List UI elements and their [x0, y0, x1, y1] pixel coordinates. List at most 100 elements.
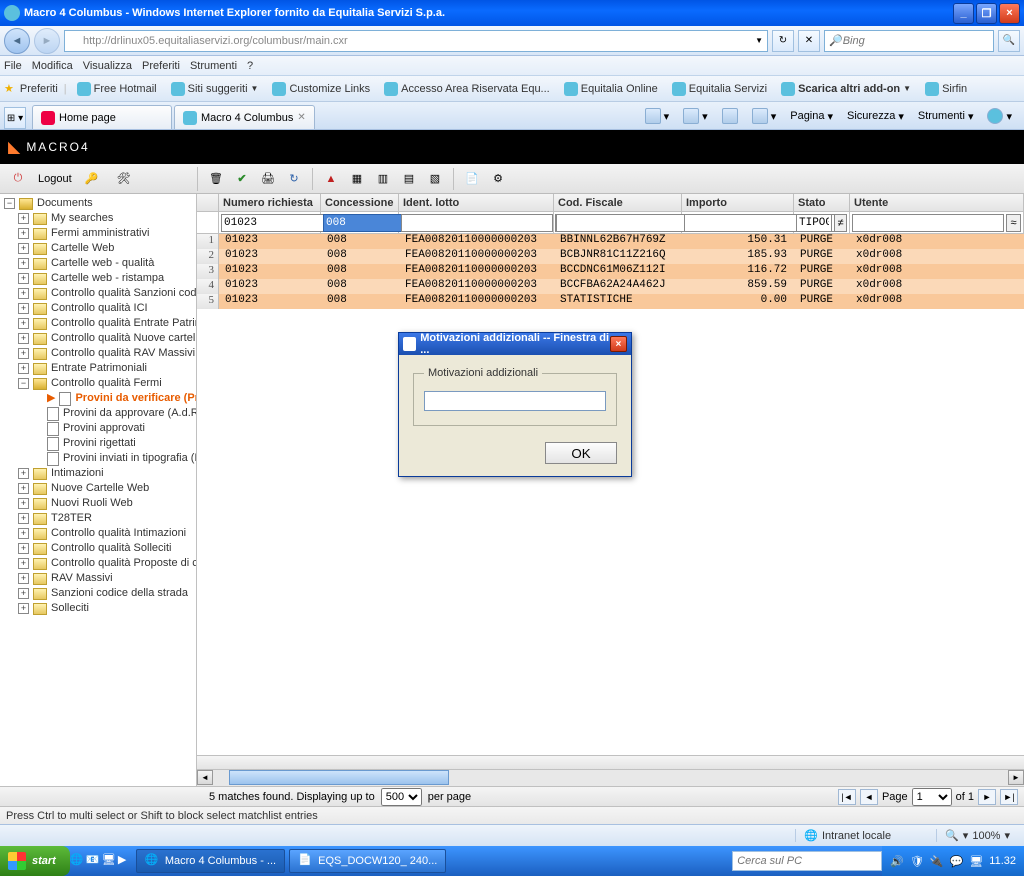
favorites-tab-button[interactable]: ⊞ ▾	[4, 107, 26, 129]
col-concessione[interactable]: Concessione	[321, 194, 399, 211]
ok-button[interactable]: OK	[545, 442, 617, 464]
tree-item[interactable]: Provini inviati in tipografia (P	[63, 451, 197, 466]
filter-utente[interactable]	[852, 214, 1004, 232]
fav-accesso-area[interactable]: Accesso Area Riservata Equ...	[380, 82, 554, 96]
page-select[interactable]: 1	[912, 788, 952, 806]
delete-button[interactable]: 🗑	[204, 167, 228, 191]
key-button[interactable]: 🔑	[80, 167, 104, 191]
expand-icon[interactable]: +	[18, 288, 29, 299]
back-button[interactable]: ◄	[4, 28, 30, 54]
menu-preferiti[interactable]: Preferiti	[142, 60, 180, 72]
tray-icon[interactable]: 🔌	[930, 855, 944, 868]
tree-item[interactable]: Controllo qualità RAV Massivi	[51, 346, 195, 361]
tree-item[interactable]: Nuove Cartelle Web	[51, 481, 149, 496]
page-size-select[interactable]: 500	[381, 788, 422, 806]
tree-item[interactable]: Entrate Patrimoniali	[51, 361, 147, 376]
next-page-button[interactable]: ►	[978, 789, 996, 805]
maximize-button[interactable]: ❐	[976, 3, 997, 24]
search-go-button[interactable]: 🔍	[998, 30, 1020, 52]
forward-button[interactable]: ►	[34, 28, 60, 54]
tree-item[interactable]: RAV Massivi	[51, 571, 113, 586]
expand-icon[interactable]: +	[18, 243, 29, 254]
tree-item[interactable]: My searches	[51, 211, 113, 226]
taskbar-task[interactable]: 🌐Macro 4 Columbus - ...	[136, 849, 285, 873]
quicklaunch-icon[interactable]: 📧	[86, 853, 102, 869]
settings-button[interactable]: ⚙	[486, 167, 510, 191]
tray-icon[interactable]: 🖥	[969, 855, 983, 868]
filter-op-icon[interactable]: ≠	[834, 214, 847, 232]
scroll-left-icon[interactable]: ◄	[197, 770, 213, 785]
tree-item[interactable]: Solleciti	[51, 601, 89, 616]
expand-icon[interactable]: +	[18, 213, 29, 224]
tree-item[interactable]: Controllo qualità Entrate Patrimo	[51, 316, 197, 331]
last-page-button[interactable]: ►|	[1000, 789, 1018, 805]
dropdown-icon[interactable]: ▼	[755, 36, 763, 45]
filter-op-icon[interactable]: ≈	[1006, 214, 1021, 232]
tools-button[interactable]: 🛠	[112, 167, 136, 191]
expand-icon[interactable]: +	[18, 318, 29, 329]
tree-item[interactable]: Intimazioni	[51, 466, 104, 481]
col-importo[interactable]: Importo	[682, 194, 794, 211]
expand-icon[interactable]: +	[18, 303, 29, 314]
tree-item[interactable]: Controllo qualità Solleciti	[51, 541, 171, 556]
zoom-control[interactable]: 🔍 ▾ 100% ▾	[936, 829, 1018, 842]
quicklaunch-icon[interactable]: 🖥	[102, 853, 118, 869]
menu-strumenti[interactable]: Strumenti	[190, 60, 237, 72]
minimize-button[interactable]: _	[953, 3, 974, 24]
first-page-button[interactable]: |◄	[838, 789, 856, 805]
expand-icon[interactable]: +	[18, 498, 29, 509]
expand-icon[interactable]: +	[18, 558, 29, 569]
mail-button[interactable]	[718, 108, 742, 124]
tree-item[interactable]: Cartelle web - qualità	[51, 256, 154, 271]
print-button[interactable]: ▾	[748, 108, 781, 124]
export-button[interactable]: 📄	[460, 167, 484, 191]
expand-icon[interactable]: +	[18, 543, 29, 554]
collapse-icon[interactable]: −	[18, 378, 29, 389]
table-row[interactable]: 201023008FEA00820110000000203BCBJNR81C11…	[197, 249, 1024, 264]
col-stato[interactable]: Stato	[794, 194, 850, 211]
expand-icon[interactable]: +	[18, 333, 29, 344]
stop-button[interactable]: ✕	[798, 30, 820, 52]
expand-icon[interactable]: +	[18, 483, 29, 494]
search-box[interactable]: 🔎	[824, 30, 994, 52]
table-row[interactable]: 101023008FEA00820110000000203BBINNL62B67…	[197, 234, 1024, 249]
tray-icon[interactable]: 💬	[950, 855, 964, 868]
scroll-thumb[interactable]	[229, 770, 449, 785]
favorites-star-icon[interactable]: ★	[4, 82, 14, 95]
view3-button[interactable]: ▤	[397, 167, 421, 191]
menu-visualizza[interactable]: Visualizza	[83, 60, 132, 72]
tools-menu[interactable]: Strumenti ▾	[914, 110, 978, 123]
col-utente[interactable]: Utente	[850, 194, 1024, 211]
tree-item[interactable]: T28TER	[51, 511, 92, 526]
tree-item[interactable]: Controllo qualità ICI	[51, 301, 148, 316]
expand-icon[interactable]: +	[18, 603, 29, 614]
fav-customize-links[interactable]: Customize Links	[268, 82, 374, 96]
fav-equitalia-servizi[interactable]: Equitalia Servizi	[668, 82, 771, 96]
table-row[interactable]: 401023008FEA00820110000000203BCCFBA62A24…	[197, 279, 1024, 294]
col-numero[interactable]: Numero richiesta	[219, 194, 321, 211]
tree-item[interactable]: Controllo qualità Proposte di cor	[51, 556, 197, 571]
table-row[interactable]: 301023008FEA00820110000000203BCCDNC61M06…	[197, 264, 1024, 279]
expand-icon[interactable]: +	[18, 273, 29, 284]
view2-button[interactable]: ▥	[371, 167, 395, 191]
menu-help[interactable]: ?	[247, 60, 253, 72]
menu-modifica[interactable]: Modifica	[32, 60, 73, 72]
tree-item[interactable]: Controllo qualità Intimazioni	[51, 526, 186, 541]
tray-icon[interactable]: 🔊	[890, 855, 904, 868]
expand-icon[interactable]: +	[18, 573, 29, 584]
fav-siti-suggeriti[interactable]: Siti suggeriti▼	[167, 82, 263, 96]
tab-close-icon[interactable]: ✕	[297, 112, 305, 123]
tab-home[interactable]: Home page	[32, 105, 172, 129]
print-doc-button[interactable]: 🖨	[256, 167, 280, 191]
clock[interactable]: 11.32	[989, 855, 1016, 867]
tab-macro4[interactable]: Macro 4 Columbus✕	[174, 105, 315, 129]
url-input[interactable]	[83, 35, 755, 47]
fav-equitalia-online[interactable]: Equitalia Online	[560, 82, 662, 96]
tree-item[interactable]: Provini rigettati	[63, 436, 136, 451]
tree-item[interactable]: Controllo qualità Nuove cartelle	[51, 331, 197, 346]
motivazioni-input[interactable]	[424, 391, 606, 411]
tray-icon[interactable]: 🛡	[910, 855, 924, 868]
help-button[interactable]: ▾	[983, 108, 1016, 124]
tree-item-selected[interactable]: Provini da verificare (Pro	[75, 391, 197, 406]
expand-icon[interactable]: +	[18, 258, 29, 269]
